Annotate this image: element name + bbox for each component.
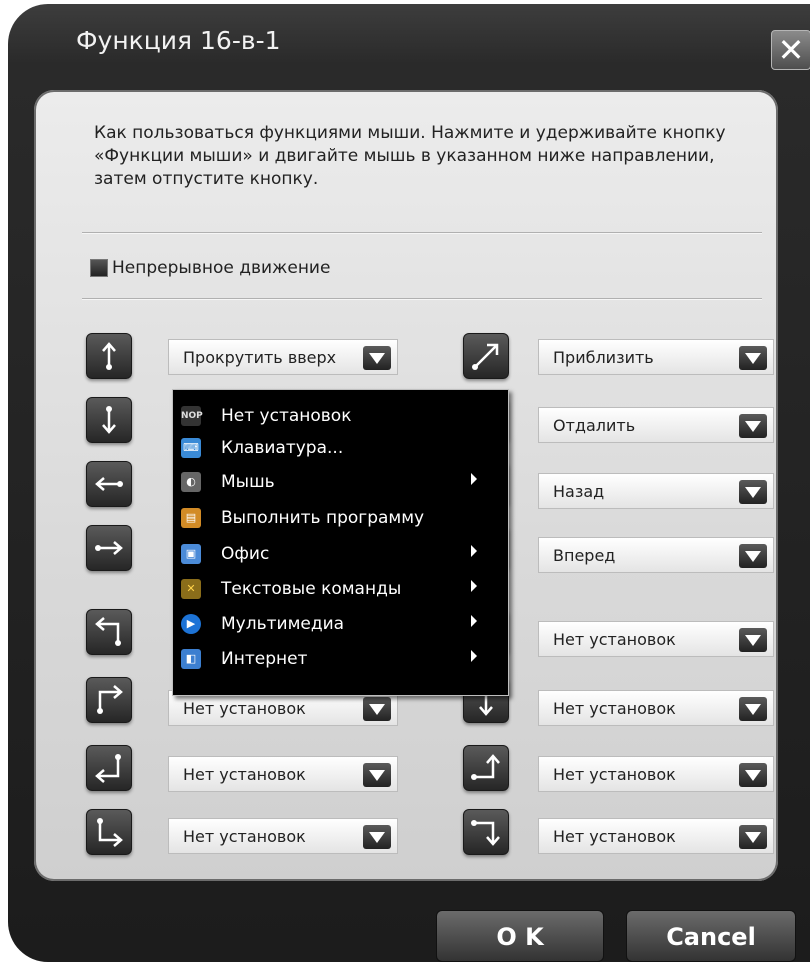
gesture-diagonal-up-right-button[interactable] (463, 333, 509, 379)
chevron-down-icon[interactable] (739, 628, 767, 652)
select-value: Прокрутить вверх (183, 348, 337, 367)
gesture-up-button[interactable] (86, 333, 132, 379)
multimedia-icon: ▶ (181, 614, 201, 634)
select-value: Нет установок (553, 699, 676, 718)
continuous-movement-label: Непрерывное движение (112, 258, 331, 278)
divider (82, 298, 762, 300)
arrow-left-icon (95, 477, 123, 491)
menu-item-multimedia[interactable]: ▶ Мультимедиа (173, 608, 508, 640)
arrow-right-down-icon (471, 820, 500, 846)
gesture-down-right-action-select[interactable]: Нет установок (168, 818, 398, 854)
office-icon: ▣ (181, 544, 201, 564)
select-value: Вперед (553, 546, 616, 565)
gesture-right-button[interactable] (86, 525, 132, 571)
menu-item-label: Офис (221, 544, 270, 564)
action-context-menu: NOP Нет установок ⌨ Клавиатура... ◐ Мышь… (172, 389, 509, 696)
chevron-down-icon[interactable] (739, 544, 767, 568)
chevron-down-icon[interactable] (363, 825, 391, 849)
arrow-right-up-icon (471, 754, 500, 780)
gesture-down-left-action-select[interactable]: Нет установок (168, 756, 398, 792)
chevron-down-icon[interactable] (363, 346, 391, 370)
gesture-left-button[interactable] (86, 461, 132, 507)
text-commands-icon: ✕ (181, 579, 201, 599)
menu-item-label: Выполнить программу (221, 508, 425, 528)
gesture-down-left-button[interactable] (86, 745, 132, 791)
menu-item-mouse[interactable]: ◐ Мышь (173, 466, 508, 498)
chevron-down-icon[interactable] (739, 346, 767, 370)
arrow-right-icon (95, 541, 123, 555)
gesture-right-up-button[interactable] (463, 745, 509, 791)
chevron-down-icon[interactable] (739, 480, 767, 504)
menu-item-label: Клавиатура... (221, 438, 344, 458)
gesture-up-right-button[interactable] (86, 677, 132, 723)
gesture-right-down-action-select[interactable]: Нет установок (538, 818, 774, 854)
arrow-down-right-icon (97, 818, 123, 847)
chevron-down-icon[interactable] (363, 763, 391, 787)
select-value: Нет установок (553, 827, 676, 846)
continuous-movement-checkbox[interactable] (90, 259, 108, 277)
select-value: Нет установок (553, 765, 676, 784)
menu-item-none[interactable]: NOP Нет установок (173, 400, 508, 432)
gesture-diagonal-up-right-action-select[interactable]: Приблизить (538, 339, 774, 375)
gesture-action-select[interactable]: Отдалить (538, 407, 774, 443)
submenu-arrow-icon (471, 473, 477, 485)
chevron-down-icon[interactable] (363, 697, 391, 721)
select-value: Назад (553, 482, 605, 501)
gesture-action-select[interactable]: Вперед (538, 537, 774, 573)
select-value: Нет установок (183, 765, 306, 784)
gesture-action-select[interactable]: Назад (538, 473, 774, 509)
select-value: Нет установок (553, 630, 676, 649)
mouse-icon: ◐ (181, 472, 201, 492)
arrow-up-icon (102, 342, 116, 370)
divider (82, 232, 762, 234)
menu-item-run-program[interactable]: ▤ Выполнить программу (173, 502, 508, 534)
nop-icon: NOP (181, 406, 203, 426)
ok-button[interactable]: O K (436, 910, 604, 962)
close-button[interactable]: ✕ (771, 30, 810, 70)
gesture-right-down-button[interactable] (463, 809, 509, 855)
gesture-up-left-button[interactable] (86, 609, 132, 655)
chevron-down-icon[interactable] (739, 697, 767, 721)
cancel-button[interactable]: Cancel (626, 910, 796, 962)
select-value: Приблизить (553, 348, 654, 367)
menu-item-label: Интернет (221, 649, 308, 669)
submenu-arrow-icon (471, 545, 477, 557)
keyboard-icon: ⌨ (181, 438, 201, 458)
select-value: Нет установок (183, 699, 306, 718)
gesture-action-select[interactable]: Нет установок (538, 690, 774, 726)
submenu-arrow-icon (471, 580, 477, 592)
select-value: Нет установок (183, 827, 306, 846)
menu-item-text-commands[interactable]: ✕ Текстовые команды (173, 573, 508, 605)
run-program-icon: ▤ (181, 508, 201, 528)
menu-item-label: Мышь (221, 472, 275, 492)
dialog-window: Функция 16-в-1 ✕ Как пользоваться функци… (8, 4, 810, 962)
instructions-text: Как пользоваться функциями мыши. Нажмите… (94, 123, 726, 189)
window-title: Функция 16-в-1 (76, 26, 281, 55)
arrow-diagonal-up-right-icon (472, 343, 499, 370)
arrow-down-left-icon (95, 754, 121, 783)
menu-item-label: Нет установок (221, 406, 352, 426)
gesture-down-button[interactable] (86, 397, 132, 443)
menu-item-internet[interactable]: ◧ Интернет (173, 643, 508, 675)
menu-item-keyboard[interactable]: ⌨ Клавиатура... (173, 432, 508, 464)
internet-icon: ◧ (181, 649, 201, 669)
submenu-arrow-icon (471, 650, 477, 662)
arrow-up-right-icon (97, 685, 123, 714)
menu-item-office[interactable]: ▣ Офис (173, 538, 508, 570)
continuous-movement-option[interactable]: Непрерывное движение (90, 258, 330, 278)
gesture-up-action-select[interactable]: Прокрутить вверх (168, 339, 398, 375)
gesture-action-select[interactable]: Нет установок (538, 621, 774, 657)
arrow-up-left-icon (95, 617, 121, 646)
menu-item-label: Мультимедиа (221, 614, 345, 634)
chevron-down-icon[interactable] (739, 825, 767, 849)
submenu-arrow-icon (471, 615, 477, 627)
gesture-down-right-button[interactable] (86, 809, 132, 855)
select-value: Отдалить (553, 416, 636, 435)
chevron-down-icon[interactable] (739, 763, 767, 787)
menu-item-label: Текстовые команды (221, 579, 402, 599)
arrow-down-icon (102, 406, 116, 434)
gesture-right-up-action-select[interactable]: Нет установок (538, 756, 774, 792)
chevron-down-icon[interactable] (739, 414, 767, 438)
